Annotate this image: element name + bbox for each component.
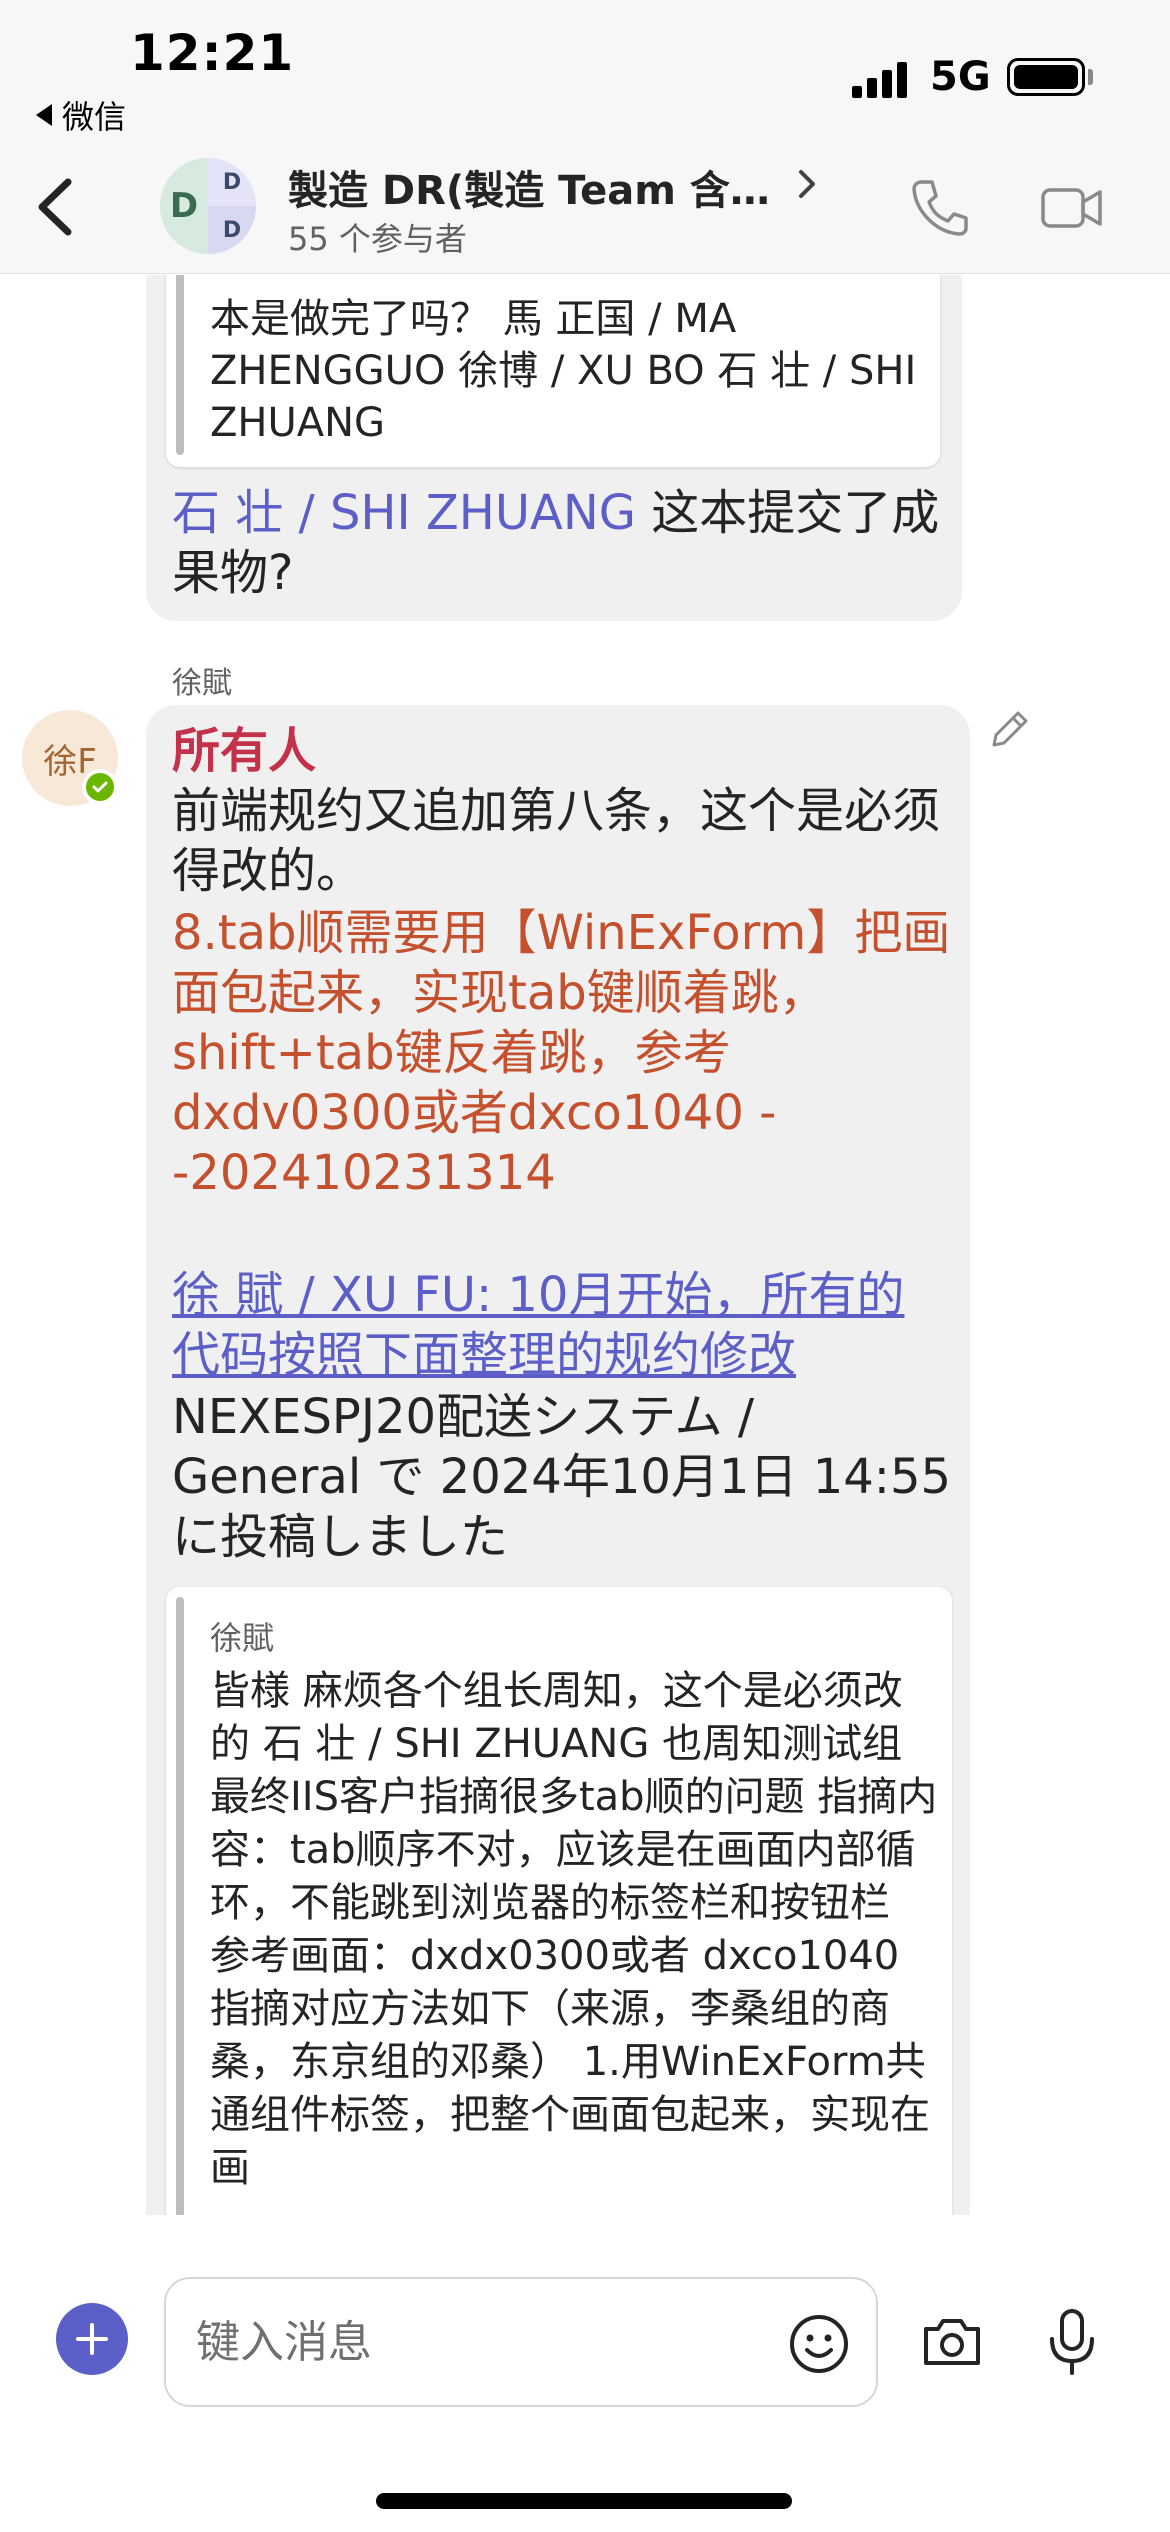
- emoji-icon[interactable]: [788, 2313, 850, 2375]
- quoted-message[interactable]: 徐賦 皆様 麻烦各个组长周知，这个是必须改的 石 壮 / SHI ZHUANG …: [166, 1587, 952, 2215]
- video-icon: [1041, 188, 1102, 228]
- home-indicator[interactable]: [376, 2493, 792, 2509]
- avatar-initial-bottom: D: [208, 206, 256, 254]
- message-list[interactable]: 本是做完了吗？ 馬 正国 / MA ZHENGGUO 徐博 / XU BO 石 …: [0, 275, 1170, 2215]
- mic-icon[interactable]: [1046, 2307, 1098, 2377]
- post-link[interactable]: 徐 賦 / XU FU: 10月开始，所有的代码按照下面整理的规约修改: [172, 1265, 952, 1385]
- battery-icon: [1007, 58, 1085, 96]
- avatar-initial-top: D: [208, 158, 256, 206]
- edit-icon[interactable]: [984, 705, 1034, 755]
- back-triangle-icon: [36, 104, 52, 126]
- network-type: 5G: [930, 54, 991, 100]
- post-origin-note: NEXESPJ20配送システム / General で 2024年10月1日 1…: [172, 1389, 952, 1565]
- presence-check-icon: [82, 769, 118, 805]
- back-to-app-link[interactable]: 微信: [36, 92, 126, 138]
- status-time: 12:21: [130, 24, 295, 82]
- back-arrow-icon: [38, 178, 72, 236]
- phone-icon: [912, 180, 968, 236]
- message-input[interactable]: [164, 2277, 878, 2407]
- cellular-signal-icon: [852, 58, 912, 98]
- compose-bar: [0, 2215, 1170, 2532]
- chat-header: D D D 製造 DR(製造 Team 含… 55 个参与者: [0, 140, 1170, 274]
- avatar-initial-main: D: [160, 158, 208, 254]
- quoted-text: 皆様 麻烦各个组长周知，这个是必须改的 石 壮 / SHI ZHUANG 也周知…: [210, 1668, 938, 2191]
- quoted-author: 徐賦: [210, 1619, 275, 1657]
- message-text: 石 壮 / SHI ZHUANG 这本提交了成果物?: [172, 483, 942, 603]
- back-button[interactable]: [18, 162, 88, 252]
- add-icon[interactable]: [56, 2303, 128, 2375]
- mention-everyone[interactable]: 所有人: [172, 721, 316, 781]
- camera-icon[interactable]: [920, 2313, 984, 2371]
- participant-count: 55 个参与者: [288, 220, 467, 258]
- sender-name: 徐賦: [172, 666, 232, 701]
- quote-bar: [176, 275, 184, 455]
- quote-bar: [176, 1597, 184, 2215]
- group-avatar[interactable]: D D D: [160, 158, 256, 254]
- back-app-label: 微信: [62, 98, 127, 136]
- highlighted-text: 8.tab顺需要用【WinExForm】把画面包起来，实现tab键顺着跳，shi…: [172, 905, 951, 1201]
- chat-title[interactable]: 製造 DR(製造 Team 含…: [288, 158, 770, 216]
- call-button[interactable]: [908, 176, 972, 240]
- status-bar: 12:21 微信 5G: [0, 0, 1170, 140]
- battery-tip: [1088, 69, 1093, 85]
- quoted-text: 本是做完了吗？ 馬 正国 / MA ZHENGGUO 徐博 / XU BO 石 …: [210, 296, 917, 446]
- chevron-right-icon[interactable]: [792, 164, 822, 214]
- quoted-message[interactable]: 本是做完了吗？ 馬 正国 / MA ZHENGGUO 徐博 / XU BO 石 …: [166, 275, 940, 467]
- mention-link[interactable]: 石 壮 / SHI ZHUANG: [172, 485, 636, 541]
- message-line: 前端规约又追加第八条，这个是必须得改的。: [172, 783, 941, 899]
- video-call-button[interactable]: [1040, 182, 1104, 234]
